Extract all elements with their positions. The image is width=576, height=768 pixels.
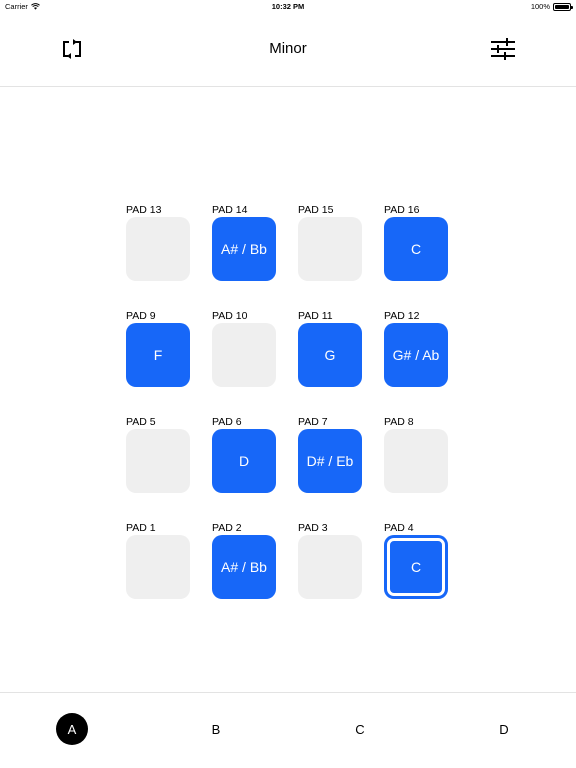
pad-row: PAD 9 F PAD 10 PAD 11 G PAD 12 G# / Ab [126, 310, 452, 387]
pad-cell: PAD 2 A# / Bb [212, 522, 276, 599]
nav-bar: Minor [0, 12, 576, 87]
pad-cell: PAD 4 C [384, 522, 448, 599]
pad-label: PAD 10 [212, 310, 248, 322]
pad-button[interactable] [126, 217, 190, 281]
sliders-icon [491, 38, 515, 60]
bank-tab-label: B [211, 721, 221, 737]
pad-button[interactable]: C [384, 217, 448, 281]
pad-button[interactable]: A# / Bb [212, 535, 276, 599]
pad-label: PAD 16 [384, 204, 420, 216]
pad-button[interactable] [298, 217, 362, 281]
pad-button[interactable]: G [298, 323, 362, 387]
bank-tab-label: D [499, 721, 509, 737]
bank-tab-label: A [67, 721, 77, 737]
pad-cell: PAD 7 D# / Eb [298, 416, 362, 493]
status-time: 10:32 PM [271, 2, 305, 11]
pad-note: G# / Ab [392, 347, 440, 363]
bank-tab-label: C [355, 721, 365, 737]
pad-button[interactable]: C [384, 535, 448, 599]
pad-row: PAD 13 PAD 14 A# / Bb PAD 15 PAD 16 C [126, 204, 452, 281]
bank-tab-d[interactable]: D [488, 713, 520, 745]
pad-button[interactable]: D [212, 429, 276, 493]
battery-fill [555, 4, 569, 9]
pad-row: PAD 1 PAD 2 A# / Bb PAD 3 PAD 4 C [126, 522, 452, 599]
pad-label: PAD 4 [384, 522, 414, 534]
bank-tab-c[interactable]: C [344, 713, 376, 745]
pad-label: PAD 9 [126, 310, 156, 322]
pad-cell: PAD 14 A# / Bb [212, 204, 276, 281]
battery-icon [553, 2, 573, 11]
bank-tab-a[interactable]: A [56, 713, 88, 745]
pad-cell: PAD 16 C [384, 204, 448, 281]
pad-button[interactable]: F [126, 323, 190, 387]
pad-button[interactable] [126, 535, 190, 599]
pad-label: PAD 8 [384, 416, 414, 428]
pad-note: C [410, 559, 422, 575]
pad-button[interactable]: G# / Ab [384, 323, 448, 387]
pad-label: PAD 6 [212, 416, 242, 428]
pad-cell: PAD 15 [298, 204, 362, 281]
pad-note: F [153, 347, 163, 363]
pad-cell: PAD 5 [126, 416, 190, 493]
pad-note: G [324, 347, 336, 363]
pad-cell: PAD 11 G [298, 310, 362, 387]
pad-cell: PAD 12 G# / Ab [384, 310, 448, 387]
pad-note: A# / Bb [221, 241, 267, 257]
pad-cell: PAD 10 [212, 310, 276, 387]
pad-button[interactable] [126, 429, 190, 493]
pad-label: PAD 12 [384, 310, 420, 322]
pad-cell: PAD 9 F [126, 310, 190, 387]
pad-note: D [238, 453, 250, 469]
pad-button[interactable]: D# / Eb [298, 429, 362, 493]
pad-row: PAD 5 PAD 6 D PAD 7 D# / Eb PAD 8 [126, 416, 452, 493]
pad-button[interactable]: A# / Bb [212, 217, 276, 281]
battery-group: 100% [530, 2, 573, 11]
pad-label: PAD 11 [298, 310, 333, 322]
pad-label: PAD 15 [298, 204, 334, 216]
pad-button[interactable] [384, 429, 448, 493]
bank-tab-bar: A B C D [0, 692, 576, 768]
pad-cell: PAD 1 [126, 522, 190, 599]
pad-label: PAD 13 [126, 204, 162, 216]
pad-label: PAD 5 [126, 416, 156, 428]
pad-cell: PAD 3 [298, 522, 362, 599]
pad-label: PAD 7 [298, 416, 328, 428]
pad-cell: PAD 8 [384, 416, 448, 493]
pad-note: C [410, 241, 422, 257]
pad-cell: PAD 6 D [212, 416, 276, 493]
pad-cell: PAD 13 [126, 204, 190, 281]
pad-label: PAD 2 [212, 522, 242, 534]
pad-note: D# / Eb [306, 453, 354, 469]
pad-button[interactable] [298, 535, 362, 599]
pad-note: A# / Bb [221, 559, 267, 575]
status-bar: Carrier 10:32 PM 100% [0, 0, 576, 12]
pad-label: PAD 14 [212, 204, 248, 216]
pad-label: PAD 3 [298, 522, 328, 534]
bank-tab-b[interactable]: B [200, 713, 232, 745]
settings-button[interactable] [490, 36, 516, 62]
pad-label: PAD 1 [126, 522, 156, 534]
pad-button[interactable] [212, 323, 276, 387]
battery-percent: 100% [530, 2, 550, 11]
pad-grid: PAD 13 PAD 14 A# / Bb PAD 15 PAD 16 C PAD 9 F PA… [126, 204, 452, 628]
